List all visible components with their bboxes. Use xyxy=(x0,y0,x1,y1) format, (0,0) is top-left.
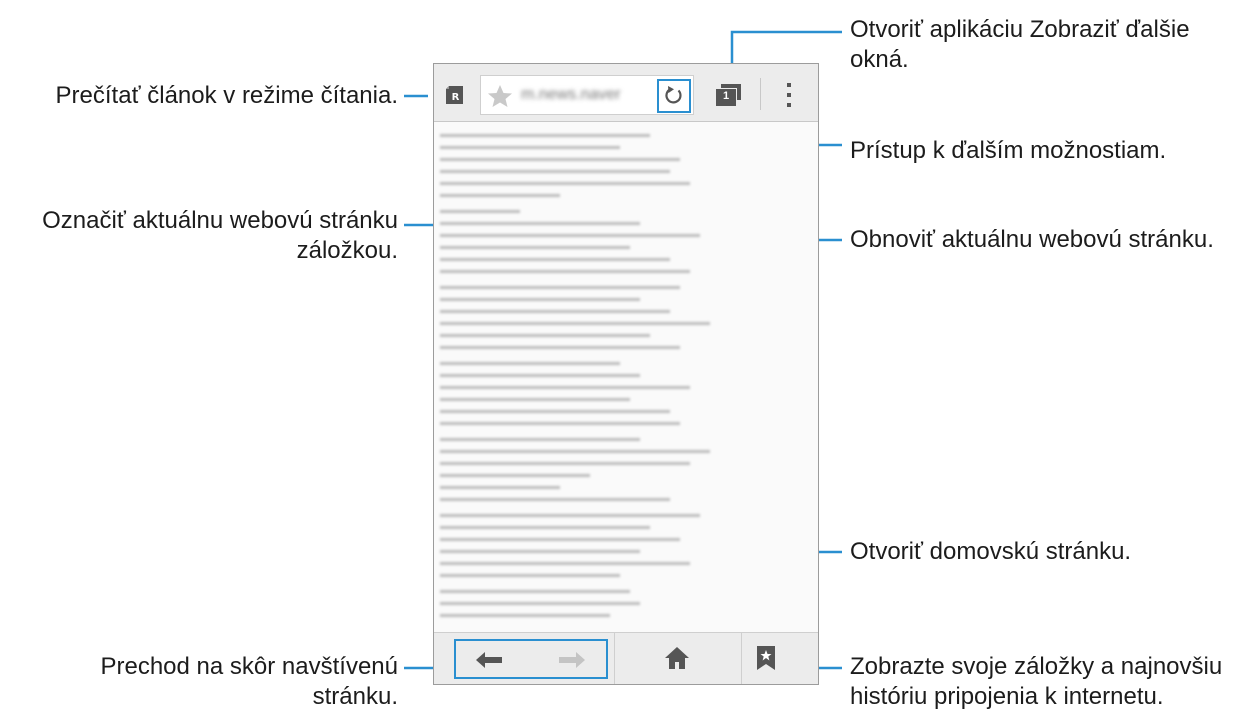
blurred-text-line xyxy=(440,322,710,325)
blurred-text-line xyxy=(440,374,640,377)
callout-text: Zobrazte svoje záložky a najnovšiu xyxy=(850,653,1223,680)
callout-reader-mode: Prečítať článok v režime čítania. xyxy=(56,81,398,111)
refresh-button[interactable] xyxy=(657,79,691,113)
bookmark-star-icon[interactable] xyxy=(487,84,513,108)
browser-screen: R m.news.naver 1 xyxy=(433,63,819,685)
bookmarks-icon[interactable] xyxy=(757,646,775,670)
blurred-text-line xyxy=(440,298,640,301)
callout-text: Obnoviť aktuálnu webovú stránku. xyxy=(850,226,1214,253)
blurred-text-line xyxy=(440,438,640,441)
callout-text: Otvoriť domovskú stránku. xyxy=(850,538,1132,565)
callout-refresh: Obnoviť aktuálnu webovú stránku. xyxy=(850,225,1214,255)
blurred-text-line xyxy=(440,514,700,517)
blurred-text-line xyxy=(440,146,620,149)
blurred-text-line xyxy=(440,182,690,185)
blurred-text-line xyxy=(440,450,710,453)
callout-text: stránku. xyxy=(312,683,398,710)
blurred-text-line xyxy=(440,526,650,529)
blurred-text-line xyxy=(440,234,700,237)
toolbar-divider xyxy=(760,78,761,110)
svg-text:R: R xyxy=(452,92,460,103)
blurred-text-line xyxy=(440,310,670,313)
callout-text: Prečítať článok v režime čítania. xyxy=(55,82,398,109)
callout-bookmarks: Zobrazte svoje záložky a najnovšiu histó… xyxy=(850,652,1222,712)
bottom-divider xyxy=(614,633,615,684)
callout-add-bookmark: Označiť aktuálnu webovú stránku záložkou… xyxy=(42,206,398,266)
windows-count: 1 xyxy=(722,90,730,102)
blurred-text-line xyxy=(440,134,650,137)
blurred-text-line xyxy=(440,474,590,477)
callout-text: Otvoriť aplikáciu Zobraziť ďalšie xyxy=(850,16,1190,43)
more-options-icon xyxy=(787,103,791,107)
blurred-text-line xyxy=(440,386,690,389)
blurred-text-line xyxy=(440,346,680,349)
blurred-text-line xyxy=(440,422,680,425)
bottom-divider xyxy=(741,633,742,684)
callout-back: Prechod na skôr navštívenú stránku. xyxy=(100,652,398,712)
more-options-button[interactable] xyxy=(774,78,804,112)
blurred-text-line xyxy=(440,462,690,465)
callout-text: záložkou. xyxy=(296,237,398,264)
url-text[interactable]: m.news.naver xyxy=(521,86,621,104)
blurred-text-line xyxy=(440,590,630,593)
blurred-text-line xyxy=(440,170,670,173)
blurred-text-line xyxy=(440,614,610,617)
forward-arrow-icon[interactable] xyxy=(559,652,585,668)
callout-home: Otvoriť domovskú stránku. xyxy=(850,537,1131,567)
callout-text: Prechod na skôr navštívenú xyxy=(100,653,398,680)
callout-text: Označiť aktuálnu webovú stránku xyxy=(42,207,398,234)
blurred-text-line xyxy=(440,362,620,365)
blurred-text-line xyxy=(440,246,630,249)
browser-toolbar: R m.news.naver 1 xyxy=(434,64,818,122)
blurred-text-line xyxy=(440,286,680,289)
blurred-text-line xyxy=(440,498,670,501)
blurred-text-line xyxy=(440,562,690,565)
blurred-text-line xyxy=(440,258,670,261)
blurred-text-line xyxy=(440,222,640,225)
blurred-text-line xyxy=(440,410,670,413)
blurred-text-line xyxy=(440,486,560,489)
refresh-icon xyxy=(665,86,682,104)
home-icon[interactable] xyxy=(665,647,689,669)
blurred-text-line xyxy=(440,194,560,197)
page-content xyxy=(434,122,818,634)
blurred-text-line xyxy=(440,602,640,605)
reader-mode-icon: R xyxy=(446,86,463,104)
callout-text: Prístup k ďalším možnostiam. xyxy=(850,137,1167,164)
blurred-text-line xyxy=(440,538,680,541)
callout-text: okná. xyxy=(850,46,909,73)
blurred-text-line xyxy=(440,210,520,213)
more-options-icon xyxy=(787,83,791,87)
back-arrow-icon[interactable] xyxy=(476,652,502,668)
callout-text: históriu pripojenia k internetu. xyxy=(850,683,1164,710)
blurred-text-line xyxy=(440,158,680,161)
blurred-text-line xyxy=(440,334,650,337)
bottom-navigation-bar xyxy=(434,632,818,684)
callout-windows: Otvoriť aplikáciu Zobraziť ďalšie okná. xyxy=(850,15,1190,75)
blurred-text-line xyxy=(440,270,690,273)
blurred-text-line xyxy=(440,398,630,401)
blurred-text-line xyxy=(440,574,620,577)
more-options-icon xyxy=(787,93,791,97)
history-navigation xyxy=(454,639,608,679)
blurred-text-line xyxy=(440,550,640,553)
callout-more-options: Prístup k ďalším možnostiam. xyxy=(850,136,1166,166)
reader-mode-button[interactable]: R xyxy=(444,84,466,106)
windows-button[interactable]: 1 xyxy=(714,82,744,108)
